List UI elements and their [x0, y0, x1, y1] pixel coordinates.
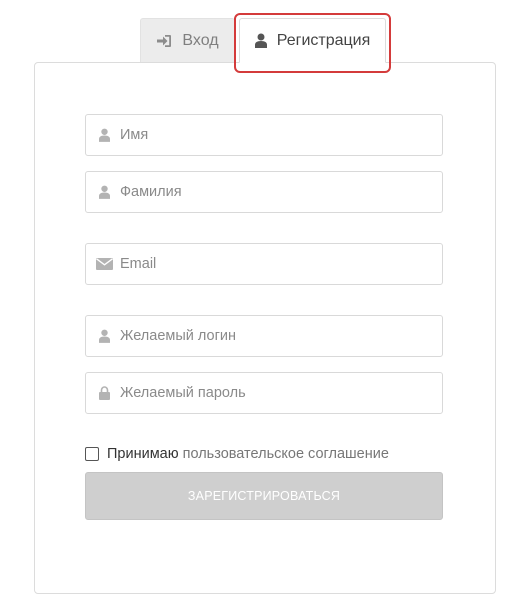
agreement-row: Принимаю пользовательское соглашение	[85, 446, 389, 462]
login-field[interactable]	[85, 315, 443, 357]
user-icon	[86, 185, 120, 199]
first-name-field[interactable]	[85, 114, 443, 156]
agreement-checkbox[interactable]	[85, 447, 99, 461]
tab-login[interactable]: Вход	[140, 18, 235, 63]
sign-in-icon	[156, 34, 172, 48]
user-icon	[254, 33, 267, 48]
last-name-field[interactable]	[85, 171, 443, 213]
tab-register-label: Регистрация	[276, 31, 371, 49]
email-field[interactable]	[85, 243, 443, 285]
first-name-input[interactable]	[120, 115, 442, 155]
lock-icon	[86, 386, 120, 400]
password-input[interactable]	[120, 373, 442, 413]
user-icon	[86, 128, 120, 142]
tab-register[interactable]: Регистрация	[239, 18, 386, 63]
agreement-label: Принимаю	[107, 446, 179, 462]
login-input[interactable]	[120, 316, 442, 356]
tab-login-label: Вход	[182, 32, 219, 49]
password-field[interactable]	[85, 372, 443, 414]
register-button[interactable]: ЗАРЕГИСТРИРОВАТЬСЯ	[85, 472, 443, 520]
last-name-input[interactable]	[120, 172, 442, 212]
user-icon	[86, 329, 120, 343]
email-input[interactable]	[120, 244, 442, 284]
agreement-link[interactable]: пользовательское соглашение	[183, 446, 389, 462]
envelope-icon	[86, 258, 120, 270]
